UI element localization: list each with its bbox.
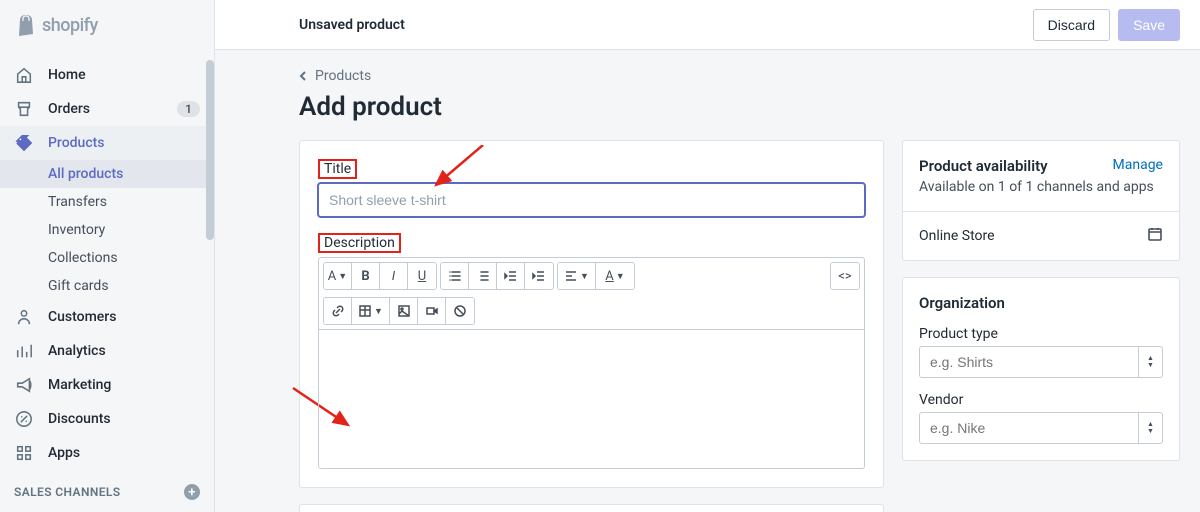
orders-icon	[14, 99, 34, 119]
nav-label: Orders	[48, 101, 163, 117]
nav-orders[interactable]: Orders 1	[0, 92, 214, 126]
product-type-label: Product type	[919, 326, 1163, 342]
nav-label: Discounts	[48, 411, 200, 427]
availability-title: Product availability	[919, 157, 1048, 175]
rte-bold-button[interactable]: B	[352, 263, 380, 289]
customers-icon	[14, 307, 34, 327]
add-channel-button[interactable]: +	[184, 484, 200, 500]
rte-bullet-list-button[interactable]	[441, 263, 469, 289]
rte-italic-button[interactable]: I	[380, 263, 408, 289]
description-label: Description	[318, 233, 401, 253]
layout: Title Description A▼ B	[299, 140, 1180, 512]
app-root: shopify Home Orders 1 Products All produ…	[0, 0, 1200, 512]
shopify-bag-icon	[16, 14, 36, 36]
sidebar: shopify Home Orders 1 Products All produ…	[0, 0, 215, 512]
rte-color-dropdown[interactable]: A▼	[596, 263, 634, 289]
nav-online-store[interactable]: Online Store	[0, 506, 214, 512]
sidebar-scrollbar[interactable]	[206, 60, 214, 240]
topbar-actions: Discard Save	[1033, 9, 1180, 41]
main: Unsaved product Discard Save Products Ad…	[215, 0, 1200, 512]
unsaved-indicator: Unsaved product	[299, 17, 405, 33]
nav-label: Products	[48, 135, 200, 151]
title-description-card: Title Description A▼ B	[299, 140, 884, 488]
nav-label: Home	[48, 67, 200, 83]
marketing-icon	[14, 375, 34, 395]
title-input[interactable]	[318, 183, 865, 217]
nav-label: Marketing	[48, 377, 200, 393]
organization-card: Organization Product type ▲▼ Vendor	[902, 277, 1180, 461]
brand-logo[interactable]: shopify	[0, 0, 214, 50]
rte-html-button[interactable]: <>	[831, 263, 859, 289]
rte-image-button[interactable]	[390, 298, 418, 324]
primary-nav: Home Orders 1 Products All products Tran…	[0, 50, 214, 512]
nav-home[interactable]: Home	[0, 58, 214, 92]
nav-apps[interactable]: Apps	[0, 436, 214, 470]
rte-outdent-button[interactable]	[497, 263, 525, 289]
rte-align-dropdown[interactable]: ▼	[558, 263, 596, 289]
chevron-left-icon	[299, 71, 309, 81]
rte-format-dropdown[interactable]: A▼	[324, 263, 352, 289]
rte-link-button[interactable]	[324, 298, 352, 324]
main-column: Title Description A▼ B	[299, 140, 884, 512]
rte-underline-button[interactable]: U	[408, 263, 436, 289]
title-label: Title	[318, 159, 357, 179]
apps-icon	[14, 443, 34, 463]
content: Products Add product Title Descrip	[215, 50, 1200, 512]
calendar-icon[interactable]	[1147, 226, 1163, 246]
save-button[interactable]: Save	[1118, 9, 1180, 41]
sales-channels-header: SALES CHANNELS +	[0, 470, 214, 506]
nav-label: Analytics	[48, 343, 200, 359]
home-icon	[14, 65, 34, 85]
rich-text-toolbar: A▼ B I U	[318, 257, 865, 329]
nav-discounts[interactable]: Discounts	[0, 402, 214, 436]
brand-text: shopify	[42, 15, 98, 36]
nav-products[interactable]: Products	[0, 126, 214, 160]
rte-indent-button[interactable]	[525, 263, 553, 289]
rte-table-dropdown[interactable]: ▼	[352, 298, 390, 324]
product-type-input[interactable]	[919, 346, 1163, 378]
subnav-gift-cards[interactable]: Gift cards	[0, 272, 214, 300]
description-editor[interactable]	[318, 329, 865, 469]
nav-label: Customers	[48, 309, 200, 325]
manage-availability-link[interactable]: Manage	[1113, 157, 1163, 173]
side-column: Product availability Manage Available on…	[902, 140, 1180, 512]
page-title: Add product	[299, 92, 1180, 122]
nav-customers[interactable]: Customers	[0, 300, 214, 334]
nav-label: Apps	[48, 445, 200, 461]
orders-badge: 1	[177, 101, 200, 117]
description-group: Description A▼ B I U	[318, 233, 865, 469]
subnav-inventory[interactable]: Inventory	[0, 216, 214, 244]
next-card-stub	[299, 504, 884, 512]
product-type-stepper[interactable]: ▲▼	[1138, 347, 1162, 377]
breadcrumb-back[interactable]: Products	[299, 68, 1180, 84]
discounts-icon	[14, 409, 34, 429]
analytics-icon	[14, 341, 34, 361]
availability-card: Product availability Manage Available on…	[902, 140, 1180, 261]
rte-number-list-button[interactable]	[469, 263, 497, 289]
channel-label: Online Store	[919, 228, 995, 244]
rte-clear-format-button[interactable]	[446, 298, 474, 324]
subnav-all-products[interactable]: All products	[0, 160, 214, 188]
nav-analytics[interactable]: Analytics	[0, 334, 214, 368]
nav-marketing[interactable]: Marketing	[0, 368, 214, 402]
availability-subtext: Available on 1 of 1 channels and apps	[919, 179, 1163, 195]
rte-video-button[interactable]	[418, 298, 446, 324]
discard-button[interactable]: Discard	[1033, 9, 1110, 41]
products-subnav: All products Transfers Inventory Collect…	[0, 160, 214, 300]
channel-online-store: Online Store	[903, 212, 1179, 260]
vendor-stepper[interactable]: ▲▼	[1138, 413, 1162, 443]
vendor-input[interactable]	[919, 412, 1163, 444]
organization-title: Organization	[919, 294, 1163, 312]
subnav-transfers[interactable]: Transfers	[0, 188, 214, 216]
subnav-collections[interactable]: Collections	[0, 244, 214, 272]
topbar: Unsaved product Discard Save	[215, 0, 1200, 50]
vendor-label: Vendor	[919, 392, 1163, 408]
products-icon	[14, 133, 34, 153]
section-header-label: SALES CHANNELS	[14, 485, 121, 499]
breadcrumb-label: Products	[315, 68, 371, 84]
